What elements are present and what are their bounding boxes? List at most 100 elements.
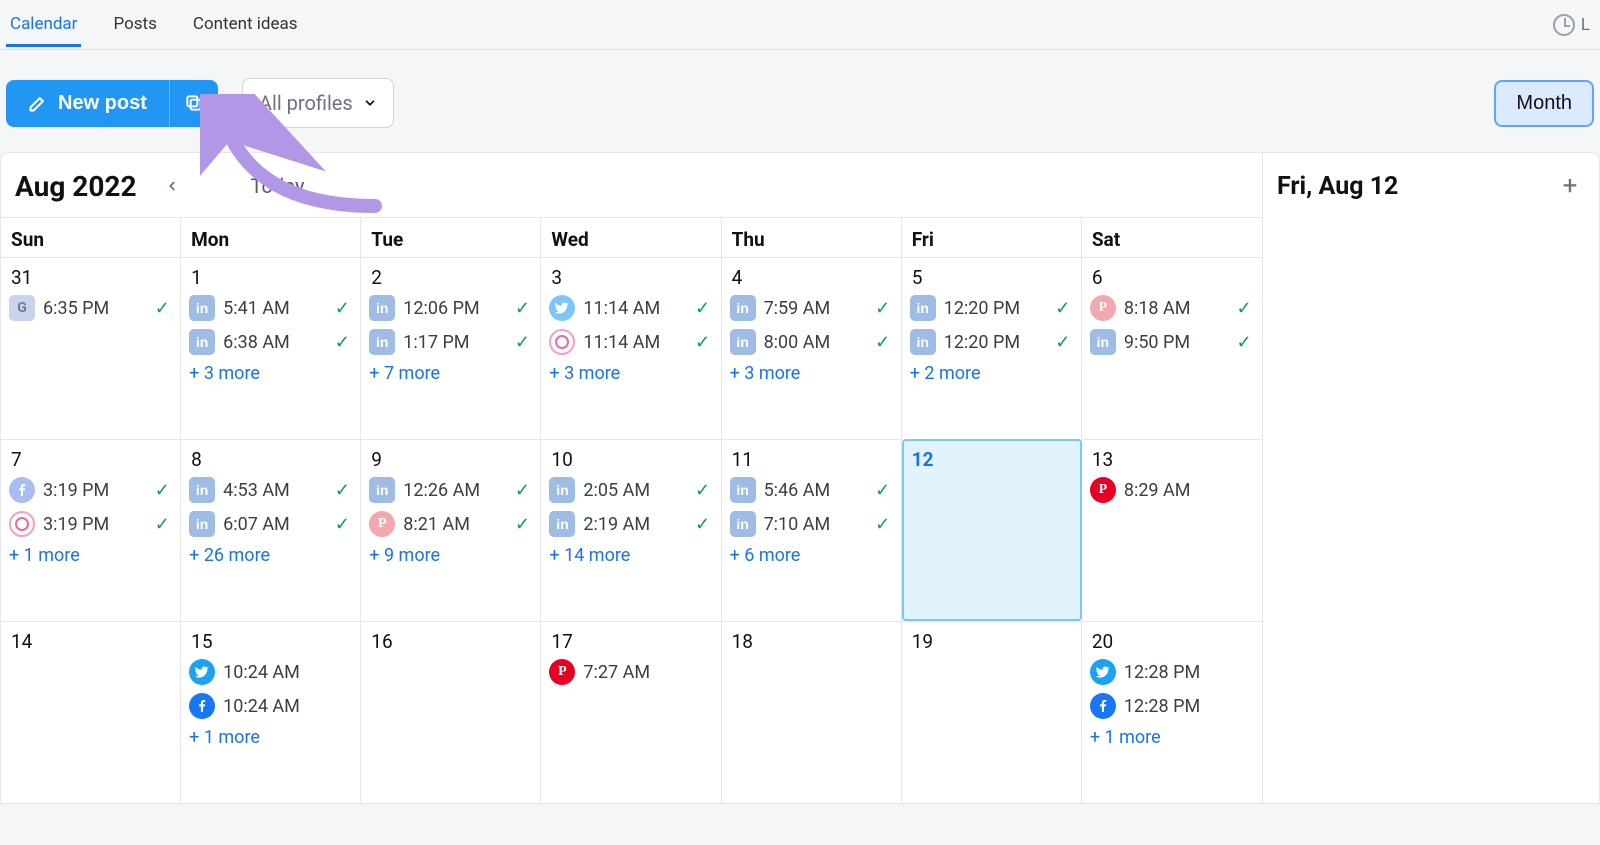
weekday-header: Sat xyxy=(1082,218,1262,257)
check-icon: ✓ xyxy=(512,332,532,353)
event-time: 6:38 AM xyxy=(223,332,324,353)
days-grid: 316:35 PM✓15:41 AM✓6:38 AM✓+ 3 more212:0… xyxy=(1,257,1262,803)
day-cell[interactable]: 15:41 AM✓6:38 AM✓+ 3 more xyxy=(181,257,361,439)
linkedin-icon xyxy=(730,477,756,503)
linkedin-icon xyxy=(189,329,215,355)
day-cell[interactable]: 19 xyxy=(902,621,1082,803)
check-icon: ✓ xyxy=(693,332,713,353)
more-posts-link[interactable]: + 7 more xyxy=(369,363,532,384)
post-event[interactable]: 8:29 AM xyxy=(1090,477,1254,503)
day-cell[interactable]: 311:14 AM✓11:14 AM✓+ 3 more xyxy=(541,257,721,439)
day-number: 19 xyxy=(910,628,1073,659)
day-cell[interactable]: 912:26 AM✓8:21 AM✓+ 9 more xyxy=(361,439,541,621)
check-icon: ✓ xyxy=(693,298,713,319)
day-cell[interactable]: 47:59 AM✓8:00 AM✓+ 3 more xyxy=(722,257,902,439)
post-event[interactable]: 2:19 AM✓ xyxy=(549,511,712,537)
day-cell[interactable]: 14 xyxy=(1,621,181,803)
more-posts-link[interactable]: + 2 more xyxy=(910,363,1073,384)
post-event[interactable]: 4:53 AM✓ xyxy=(189,477,352,503)
more-posts-link[interactable]: + 3 more xyxy=(730,363,893,384)
today-button[interactable]: Today xyxy=(245,170,311,202)
post-event[interactable]: 12:26 AM✓ xyxy=(369,477,532,503)
event-time: 8:18 AM xyxy=(1124,298,1226,319)
check-icon: ✓ xyxy=(152,480,172,501)
post-event[interactable]: 2:05 AM✓ xyxy=(549,477,712,503)
post-event[interactable]: 12:28 PM xyxy=(1090,693,1254,719)
tab-content-ideas[interactable]: Content ideas xyxy=(189,2,302,47)
day-cell[interactable]: 316:35 PM✓ xyxy=(1,257,181,439)
more-posts-link[interactable]: + 9 more xyxy=(369,545,532,566)
more-posts-link[interactable]: + 1 more xyxy=(189,727,352,748)
day-cell[interactable]: 73:19 PM✓3:19 PM✓+ 1 more xyxy=(1,439,181,621)
clock-icon[interactable] xyxy=(1553,14,1575,36)
more-posts-link[interactable]: + 26 more xyxy=(189,545,352,566)
day-cell[interactable]: 512:20 PM✓12:20 PM✓+ 2 more xyxy=(902,257,1082,439)
post-event[interactable]: 12:06 PM✓ xyxy=(369,295,532,321)
check-icon: ✓ xyxy=(1234,298,1254,319)
month-header: Aug 2022 Today xyxy=(1,153,1262,217)
post-event[interactable]: 5:41 AM✓ xyxy=(189,295,352,321)
tab-posts[interactable]: Posts xyxy=(109,2,160,47)
day-cell[interactable]: 177:27 AM xyxy=(541,621,721,803)
day-cell[interactable]: 16 xyxy=(361,621,541,803)
post-event[interactable]: 12:20 PM✓ xyxy=(910,329,1073,355)
twitter-icon xyxy=(1090,659,1116,685)
chevron-down-icon xyxy=(363,96,377,110)
post-event[interactable]: 3:19 PM✓ xyxy=(9,477,172,503)
post-event[interactable]: 7:59 AM✓ xyxy=(730,295,893,321)
more-posts-link[interactable]: + 3 more xyxy=(549,363,712,384)
post-event[interactable]: 7:27 AM xyxy=(549,659,712,685)
day-cell[interactable]: 2012:28 PM12:28 PM+ 1 more xyxy=(1082,621,1262,803)
post-event[interactable]: 5:46 AM✓ xyxy=(730,477,893,503)
event-time: 9:50 PM xyxy=(1124,332,1226,353)
post-event[interactable]: 6:35 PM✓ xyxy=(9,295,172,321)
facebook-icon xyxy=(9,477,35,503)
event-time: 12:20 PM xyxy=(944,298,1045,319)
more-posts-link[interactable]: + 1 more xyxy=(1090,727,1254,748)
post-event[interactable]: 8:21 AM✓ xyxy=(369,511,532,537)
post-event[interactable]: 8:18 AM ✓ xyxy=(1090,295,1254,321)
post-event[interactable]: 11:14 AM✓ xyxy=(549,329,712,355)
day-cell[interactable]: 68:18 AM✓9:50 PM✓ xyxy=(1082,257,1262,439)
post-event[interactable]: 12:20 PM ✓ xyxy=(910,295,1073,321)
day-cell[interactable]: 115:46 AM✓7:10 AM✓+ 6 more xyxy=(722,439,902,621)
day-cell[interactable]: 138:29 AM xyxy=(1082,439,1262,621)
event-time: 6:07 AM xyxy=(223,514,324,535)
post-event[interactable]: 10:24 AM xyxy=(189,693,352,719)
linkedin-icon xyxy=(549,511,575,537)
profiles-dropdown[interactable]: All profiles xyxy=(242,78,394,128)
more-posts-link[interactable]: + 6 more xyxy=(730,545,893,566)
tab-calendar[interactable]: Calendar xyxy=(6,2,81,47)
more-posts-link[interactable]: + 3 more xyxy=(189,363,352,384)
day-cell[interactable]: 12 xyxy=(902,439,1082,621)
day-cell[interactable]: 102:05 AM✓2:19 AM✓+ 14 more xyxy=(541,439,721,621)
day-cell[interactable]: 18 xyxy=(722,621,902,803)
day-cell[interactable]: 1510:24 AM10:24 AM+ 1 more xyxy=(181,621,361,803)
post-event[interactable]: 9:50 PM✓ xyxy=(1090,329,1254,355)
post-event[interactable]: 6:38 AM✓ xyxy=(189,329,352,355)
post-event[interactable]: 3:19 PM✓ xyxy=(9,511,172,537)
check-icon: ✓ xyxy=(1053,298,1073,319)
event-time: 8:21 AM xyxy=(403,514,504,535)
post-event[interactable]: 11:14 AM✓ xyxy=(549,295,712,321)
day-cell[interactable]: 212:06 PM✓1:17 PM✓+ 7 more xyxy=(361,257,541,439)
linkedin-icon xyxy=(369,295,395,321)
post-event[interactable]: 1:17 PM✓ xyxy=(369,329,532,355)
new-post-button[interactable]: New post xyxy=(6,80,169,127)
post-event[interactable]: 10:24 AM xyxy=(189,659,352,685)
post-event[interactable]: 12:28 PM xyxy=(1090,659,1254,685)
day-number: 13 xyxy=(1090,446,1254,477)
check-icon: ✓ xyxy=(152,514,172,535)
check-icon: ✓ xyxy=(512,298,532,319)
post-event[interactable]: 6:07 AM✓ xyxy=(189,511,352,537)
more-posts-link[interactable]: + 14 more xyxy=(549,545,712,566)
day-cell[interactable]: 84:53 AM✓6:07 AM✓+ 26 more xyxy=(181,439,361,621)
post-event[interactable]: 7:10 AM✓ xyxy=(730,511,893,537)
more-posts-link[interactable]: + 1 more xyxy=(9,545,172,566)
view-month-button[interactable]: Month xyxy=(1494,80,1594,127)
toolbar: New post All profiles Month xyxy=(0,50,1600,152)
side-add-button[interactable]: + xyxy=(1555,171,1585,201)
post-event[interactable]: 8:00 AM✓ xyxy=(730,329,893,355)
prev-month-button[interactable] xyxy=(155,169,189,203)
new-post-split-button[interactable] xyxy=(169,80,218,127)
